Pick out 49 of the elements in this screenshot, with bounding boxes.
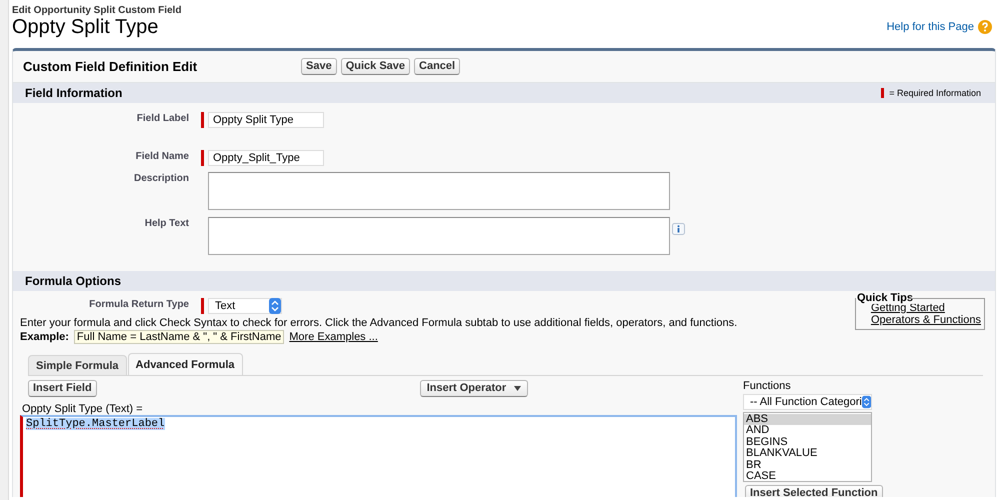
field-label: Help Text [144, 217, 189, 231]
formula-tab[interactable]: Advanced Formula [128, 353, 243, 375]
field-label: Description [132, 172, 189, 186]
required-marker [881, 88, 884, 98]
text-area[interactable] [208, 172, 670, 210]
function-item[interactable]: AND [744, 425, 871, 437]
category-select[interactable]: -- All Function Categori [743, 394, 872, 410]
section-header: Formula Options [13, 271, 995, 291]
section-title: Field Information [25, 86, 122, 100]
toolbar-button[interactable]: Quick Save [340, 58, 410, 75]
formula-editor[interactable]: SplitType.MasterLabel [20, 415, 737, 497]
help-icon[interactable] [978, 20, 992, 34]
caret-icon [514, 386, 522, 391]
function-item[interactable]: CASE [744, 471, 871, 482]
field-label: Formula Return Type [88, 298, 189, 312]
field-label: Field Name [134, 150, 189, 164]
insert-function-button[interactable]: Insert Selected Function [745, 485, 883, 497]
legend-text: = Required Information [889, 88, 981, 98]
text-field[interactable]: Oppty_Split_Type [208, 150, 324, 166]
insert-operator-button[interactable]: Insert Operator [420, 380, 528, 397]
toolbar-button[interactable]: Save [301, 58, 337, 75]
function-item[interactable]: BR [744, 460, 871, 472]
functions-list[interactable]: ABS AND BEGINS BLANKVALUE BR CASE [743, 412, 872, 482]
example-label: Example: [20, 331, 69, 343]
quick-tip-link[interactable]: Getting Started [870, 302, 946, 314]
function-item[interactable]: BLANKVALUE [744, 448, 871, 460]
function-item[interactable]: ABS [744, 414, 871, 426]
text-field[interactable]: Oppty Split Type [208, 112, 324, 128]
quick-tip-link[interactable]: Operators & Functions [870, 314, 982, 326]
stepper-icon [862, 395, 871, 409]
formula-tab[interactable]: Simple Formula [28, 355, 127, 375]
text-area[interactable] [208, 217, 670, 255]
panel-title: Custom Field Definition Edit [22, 59, 198, 74]
help-link[interactable]: Help for this Page [886, 21, 974, 33]
stepper-icon [269, 298, 281, 314]
function-item[interactable]: BEGINS [744, 436, 871, 448]
toolbar-button[interactable]: Cancel [414, 58, 460, 75]
quick-tips-title: Quick Tips [856, 292, 915, 304]
info-icon[interactable] [672, 223, 685, 235]
page-subtitle: Edit Opportunity Split Custom Field [12, 5, 182, 16]
more-examples-link[interactable]: More Examples ... [289, 331, 378, 343]
instructions-text: Enter your formula and click Check Syntax to check for errors. Click the Advanced Formula subtab to use additional fields, operators, and functions. [20, 317, 738, 329]
page-title: Oppty Split Type [12, 16, 160, 38]
field-label: Field Label [136, 112, 189, 126]
insert-field-button[interactable]: Insert Field [28, 380, 97, 397]
functions-label: Functions [743, 380, 792, 392]
editor-label: Oppty Split Type (Text) = [21, 403, 144, 415]
example-formula: Full Name = LastName & ", " & FirstName [74, 330, 284, 344]
return-type-select[interactable]: Text [208, 298, 282, 314]
